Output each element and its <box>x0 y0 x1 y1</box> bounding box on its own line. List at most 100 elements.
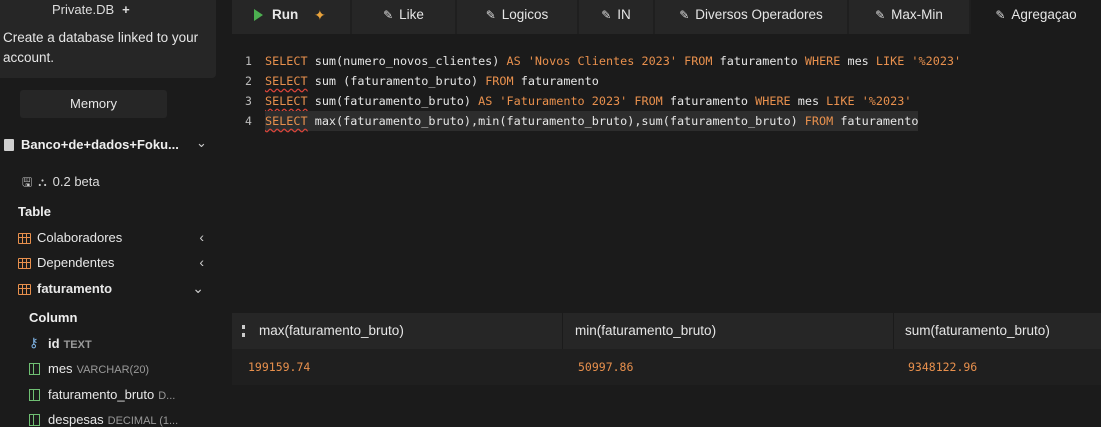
tab-like[interactable]: ✎ Like <box>352 0 455 34</box>
code-text[interactable]: SELECT sum(numero_novos_clientes) AS 'No… <box>265 51 961 71</box>
edit-icon: ✎ <box>383 8 394 22</box>
row-handle-icon <box>242 325 245 337</box>
code-token: mes <box>840 54 876 68</box>
tab-max-min[interactable]: ✎ Max-Min <box>849 0 969 34</box>
code-token: faturamento <box>712 54 805 68</box>
key-icon: ⚷ <box>29 335 39 350</box>
result-column-header[interactable]: max(faturamento_bruto) <box>259 313 404 349</box>
result-cell[interactable]: 50997.86 <box>578 349 633 385</box>
column-name: faturamento_bruto D... <box>48 387 176 402</box>
table-item-dependentes[interactable]: Dependentes ‹ <box>18 254 216 275</box>
tab-diversos-operadores[interactable]: ✎ Diversos Operadores <box>655 0 847 34</box>
column-icon <box>29 389 40 401</box>
column-type: TEXT <box>63 339 92 351</box>
memory-button[interactable]: Memory <box>20 90 167 118</box>
line-number: 3 <box>245 94 252 108</box>
code-token: SELECT <box>265 94 308 108</box>
private-db-card[interactable]: Private.DB + Create a database linked to … <box>0 0 216 78</box>
code-token: sum(numero_novos_clientes) <box>307 54 507 68</box>
line-number: 1 <box>245 54 252 68</box>
code-line[interactable]: 1 SELECT sum(numero_novos_clientes) AS 'N… <box>232 51 1101 71</box>
column-divider <box>562 313 563 349</box>
code-token: FROM <box>485 74 514 88</box>
sql-editor[interactable]: 1 SELECT sum(numero_novos_clientes) AS 'N… <box>232 34 1101 299</box>
column-name: mes VARCHAR(20) <box>48 361 150 376</box>
table-icon <box>18 258 31 269</box>
table-item-faturamento[interactable]: faturamento ⌄ <box>18 280 216 301</box>
code-token: SELECT <box>265 54 308 68</box>
result-column-header[interactable]: sum(faturamento_bruto) <box>905 313 1050 349</box>
table-item-colaboradores[interactable]: Colaboradores ‹ <box>18 229 216 250</box>
main-panel: Run ✦ ✎ Like ✎ Logicos ✎ IN ✎ Diversos Opera… <box>232 0 1101 427</box>
table-icon <box>18 284 31 295</box>
code-token: faturamento <box>662 94 756 108</box>
column-item-despesas[interactable]: despesas DECIMAL (1... <box>29 411 216 427</box>
code-line[interactable]: 3 SELECT sum(faturamento_bruto) AS 'Fatur… <box>232 91 1101 111</box>
code-text[interactable]: SELECT sum (faturamento_bruto) FROM fatu… <box>265 71 599 91</box>
version-label: 0.2 beta <box>52 174 100 189</box>
code-token: max(faturamento_bruto),min(faturamento_b… <box>307 114 805 128</box>
code-line[interactable]: 2 SELECT sum (faturamento_bruto) FROM fat… <box>232 71 1101 91</box>
code-token: sum (faturamento_bruto) <box>307 74 486 88</box>
column-divider <box>893 313 894 349</box>
result-column-header[interactable]: min(faturamento_bruto) <box>575 313 716 349</box>
code-token: '%2023' <box>861 94 912 108</box>
add-private-db-icon[interactable]: + <box>122 2 130 17</box>
chevron-left-icon: ‹ <box>199 254 204 270</box>
tab-logicos[interactable]: ✎ Logicos <box>457 0 577 34</box>
column-name: despesas DECIMAL (1... <box>48 412 179 427</box>
code-text[interactable]: SELECT max(faturamento_bruto),min(fatura… <box>265 111 919 131</box>
column-icon <box>29 414 40 426</box>
code-text[interactable]: SELECT sum(faturamento_bruto) AS 'Fatura… <box>265 91 911 111</box>
column-type: DECIMAL (1... <box>107 415 179 427</box>
code-token: WHERE <box>755 94 791 108</box>
code-token: LIKE <box>826 94 855 108</box>
code-token: sum(faturamento_bruto) <box>307 94 479 108</box>
table-row[interactable]: 199159.74 50997.86 9348122.96 <box>232 349 1101 385</box>
column-section-label: Column <box>29 310 78 325</box>
table-icon <box>18 233 31 244</box>
code-line[interactable]: 4 SELECT max(faturamento_bruto),min(fatur… <box>232 111 1101 131</box>
edit-icon: ✎ <box>875 8 886 22</box>
run-button[interactable]: Run ✦ <box>232 0 350 34</box>
chevron-down-icon: ⌄ <box>192 280 204 296</box>
code-token: LIKE <box>875 54 905 68</box>
database-selector[interactable]: Banco+de+dados+Foku... ⌄ <box>0 134 216 156</box>
schema-icon[interactable]: ⛬ <box>38 175 46 189</box>
result-cell[interactable]: 9348122.96 <box>908 349 977 385</box>
edit-icon: ✎ <box>485 8 496 22</box>
column-item-mes[interactable]: mes VARCHAR(20) <box>29 360 216 380</box>
result-cell[interactable]: 199159.74 <box>248 349 310 385</box>
query-tabbar: Run ✦ ✎ Like ✎ Logicos ✎ IN ✎ Diversos Opera… <box>232 0 1101 34</box>
private-db-label: Private.DB <box>52 2 115 17</box>
code-token: AS <box>478 94 493 108</box>
play-icon <box>254 9 263 21</box>
column-item-id[interactable]: ⚷ id TEXT <box>29 335 216 355</box>
code-token: SELECT <box>265 114 308 128</box>
column-name: id TEXT <box>48 336 92 351</box>
code-token: WHERE <box>804 54 841 68</box>
column-item-faturamento-bruto[interactable]: faturamento_bruto D... <box>29 386 216 406</box>
code-token: mes <box>790 94 827 108</box>
column-icon <box>29 363 40 375</box>
code-token: AS <box>506 54 521 68</box>
private-db-title: Private.DB + <box>52 2 130 17</box>
database-name: Banco+de+dados+Foku... <box>21 137 179 152</box>
column-type: VARCHAR(20) <box>76 364 150 376</box>
save-icon[interactable]: 🖫 <box>22 175 32 189</box>
line-number: 2 <box>245 74 252 88</box>
code-token: faturamento <box>513 74 599 88</box>
private-db-description: Create a database linked to your account… <box>3 30 199 65</box>
tab-agregacao[interactable]: ✎ Agregaçao <box>971 0 1101 34</box>
table-label: Dependentes <box>37 255 115 270</box>
tab-in[interactable]: ✎ IN <box>579 0 653 34</box>
code-token: 'Faturamento 2023' <box>499 94 628 108</box>
database-icon <box>4 139 14 151</box>
chevron-left-icon: ‹ <box>199 229 204 245</box>
chevron-down-icon: ⌄ <box>196 135 207 150</box>
ai-sparkle-icon[interactable]: ✦ <box>314 0 326 30</box>
results-panel: max(faturamento_bruto) min(faturamento_b… <box>232 299 1101 427</box>
table-section-label: Table <box>18 204 51 219</box>
